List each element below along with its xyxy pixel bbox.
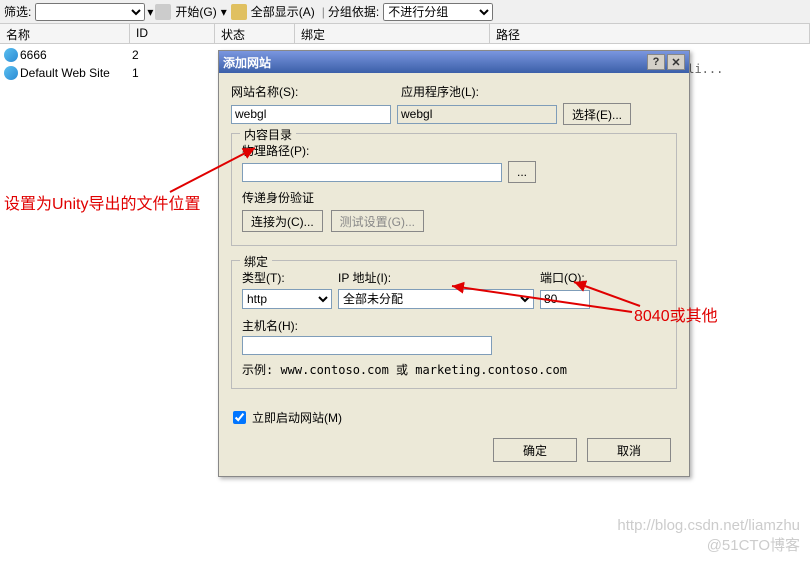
binding-fieldset: 绑定 类型(T): IP 地址(I): 端口(O): http 全部未分配 主机… (231, 260, 677, 389)
col-bind[interactable]: 绑定 (295, 24, 490, 43)
filter-select[interactable] (35, 3, 145, 21)
binding-legend: 绑定 (240, 253, 272, 270)
ip-label: IP 地址(I): (338, 269, 540, 286)
filter-label: 筛选: (4, 3, 31, 20)
globe-icon (4, 48, 18, 62)
cancel-button[interactable]: 取消 (587, 438, 671, 462)
physical-path-label: 物理路径(P): (242, 142, 666, 159)
annotation-unity: 设置为Unity导出的文件位置 (4, 190, 200, 214)
site-name-input[interactable] (231, 105, 391, 124)
annotation-port: 8040或其他 (634, 302, 718, 326)
start-button[interactable]: 开始(G) (175, 3, 216, 20)
close-button[interactable]: ✕ (667, 54, 685, 70)
type-label: 类型(T): (242, 269, 338, 286)
browse-button[interactable]: ... (508, 161, 536, 183)
col-status[interactable]: 状态 (215, 24, 295, 43)
groupby-label: 分组依据: (328, 3, 379, 20)
content-legend: 内容目录 (240, 126, 296, 143)
connect-as-button[interactable]: 连接为(C)... (242, 210, 323, 232)
select-pool-button[interactable]: 选择(E)... (563, 103, 631, 125)
ip-select[interactable]: 全部未分配 (338, 289, 534, 309)
groupby-select[interactable]: 不进行分组 (383, 3, 493, 21)
col-path[interactable]: 路径 (490, 24, 810, 43)
filter-toolbar: 筛选: ▾ 开始(G) ▾ 全部显示(A) | 分组依据: 不进行分组 (0, 0, 810, 24)
host-example: 示例: www.contoso.com 或 marketing.contoso.… (242, 361, 666, 378)
host-label: 主机名(H): (242, 317, 666, 334)
autostart-checkbox[interactable] (233, 411, 246, 424)
autostart-label: 立即启动网站(M) (252, 409, 342, 426)
dropdown-icon[interactable]: ▾ (221, 5, 227, 19)
col-id[interactable]: ID (130, 24, 215, 43)
column-headers: 名称 ID 状态 绑定 路径 (0, 24, 810, 44)
col-name[interactable]: 名称 (0, 24, 130, 43)
type-select[interactable]: http (242, 289, 332, 309)
test-settings-button: 测试设置(G)... (331, 210, 424, 232)
app-pool-label: 应用程序池(L): (401, 83, 571, 100)
dialog-title: 添加网站 (223, 54, 271, 71)
help-button[interactable]: ? (647, 54, 665, 70)
showall-icon (231, 4, 247, 20)
go-icon (155, 4, 171, 20)
app-pool-input (397, 105, 557, 124)
ok-button[interactable]: 确定 (493, 438, 577, 462)
port-label: 端口(O): (540, 269, 585, 286)
watermark: http://blog.csdn.net/liamzhu @51CTO博客 (617, 516, 800, 555)
globe-icon (4, 66, 18, 80)
physical-path-input[interactable] (242, 163, 502, 182)
dialog-titlebar[interactable]: 添加网站 ? ✕ (219, 51, 689, 73)
add-website-dialog: 添加网站 ? ✕ 网站名称(S): 应用程序池(L): 选择(E)... 内容目… (218, 50, 690, 477)
content-fieldset: 内容目录 物理路径(P): ... 传递身份验证 连接为(C)... 测试设置(… (231, 133, 677, 246)
auth-label: 传递身份验证 (242, 189, 666, 206)
port-input[interactable] (540, 290, 590, 309)
site-name-label: 网站名称(S): (231, 83, 401, 100)
host-input[interactable] (242, 336, 492, 355)
showall-button[interactable]: 全部显示(A) (251, 3, 315, 20)
